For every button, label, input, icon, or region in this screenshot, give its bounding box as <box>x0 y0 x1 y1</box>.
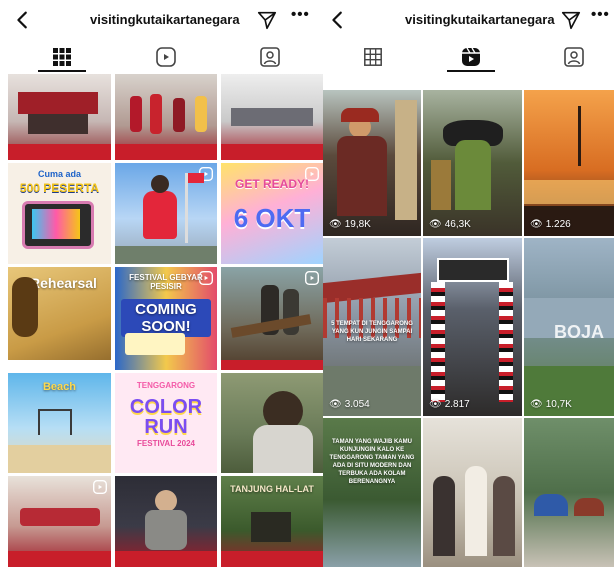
post-tile[interactable] <box>115 74 217 160</box>
tile-text: COLOR RUN <box>129 396 203 438</box>
post-tile[interactable] <box>8 476 111 567</box>
post-grid: Cuma ada 500 PESERTA GET READY! 6 OKT Re… <box>0 74 323 567</box>
profile-grid-panel: visitingkutaikartanegara ••• Cuma ada 50… <box>0 0 323 567</box>
tile-text: COMING SOON! <box>121 299 211 337</box>
reels-icon <box>462 47 480 66</box>
tab-grid[interactable] <box>343 42 403 72</box>
grid-icon <box>53 48 71 66</box>
post-tile[interactable] <box>115 163 217 264</box>
tile-text: Cuma ada <box>37 169 81 179</box>
chevron-left-icon[interactable] <box>12 9 34 31</box>
post-tile[interactable]: TANJUNG HAL-LAT <box>221 476 323 567</box>
tile-text: Rehearsal <box>30 275 97 291</box>
view-count-text: 46,3K <box>444 219 471 230</box>
view-count: 👁 10,7K <box>530 399 572 410</box>
eye-icon: 👁 <box>429 219 442 230</box>
reel-tile[interactable]: 👁 46,3K <box>423 90 522 236</box>
reel-tile[interactable]: 👁 2.817 <box>423 238 522 416</box>
more-horizontal-icon[interactable]: ••• <box>591 6 610 23</box>
top-bar: visitingkutaikartanegara ••• <box>323 0 614 40</box>
tab-tagged[interactable] <box>544 42 604 72</box>
view-count-text: 2.817 <box>444 399 470 410</box>
profile-username[interactable]: visitingkutaikartanegara <box>405 12 555 27</box>
reel-tile[interactable]: 👁 19,8K <box>323 90 421 236</box>
tab-reels[interactable] <box>136 42 196 72</box>
tile-text: Beach <box>42 381 77 393</box>
reels-icon <box>156 47 176 67</box>
chevron-left-icon[interactable] <box>327 9 349 31</box>
grid-icon <box>364 48 382 66</box>
tab-tagged[interactable] <box>240 42 300 72</box>
post-tile[interactable] <box>221 74 323 160</box>
view-count: 👁 2.817 <box>429 399 470 410</box>
tagged-icon <box>260 47 280 67</box>
tile-text: FESTIVAL GEBYAR PESISIR <box>129 273 203 291</box>
post-tile[interactable] <box>8 74 111 160</box>
tile-text: TANJUNG HAL-LAT <box>230 484 314 494</box>
eye-icon: 👁 <box>329 399 342 410</box>
view-count: 👁 3.054 <box>329 399 370 410</box>
tile-text: 500 PESERTA <box>19 181 100 195</box>
reel-tile[interactable] <box>524 418 614 567</box>
view-count-text: 10,7K <box>545 399 572 410</box>
tile-text: 6 OKT <box>233 203 311 233</box>
reel-tile[interactable]: TAMAN YANG WAJIB KAMU KUNJUNGIN KALO KE … <box>323 418 421 567</box>
profile-tabs <box>0 42 323 72</box>
tile-text: GET READY! <box>234 177 309 191</box>
post-tile[interactable]: TENGGARONG COLOR RUN FESTIVAL 2024 <box>115 373 217 473</box>
post-tile[interactable]: Beach <box>8 373 111 473</box>
tile-text: TENGGARONG <box>136 381 196 390</box>
view-count-text: 3.054 <box>344 399 370 410</box>
reel-tile[interactable]: 👁 1.226 <box>524 90 614 236</box>
view-count: 👁 19,8K <box>329 219 371 230</box>
reel-tile[interactable]: BOJA 👁 10,7K <box>524 238 614 416</box>
tile-text: FESTIVAL 2024 <box>137 439 195 448</box>
profile-username[interactable]: visitingkutaikartanegara <box>90 12 240 27</box>
eye-icon: 👁 <box>530 219 543 230</box>
view-count: 👁 1.226 <box>530 219 571 230</box>
post-tile[interactable]: Cuma ada 500 PESERTA <box>8 163 111 264</box>
reels-icon <box>93 480 107 494</box>
post-tile[interactable]: GET READY! 6 OKT <box>221 163 323 264</box>
post-tile[interactable] <box>221 267 323 370</box>
tab-grid[interactable] <box>32 42 92 72</box>
reel-caption: 5 TEMPAT DI TENGGARONG YANG KUN JUNGIN S… <box>331 321 413 343</box>
profile-reels-panel: visitingkutaikartanegara ••• 👁 19,8K 👁 4… <box>323 0 614 567</box>
view-count-text: 1.226 <box>545 219 571 230</box>
eye-icon: 👁 <box>429 399 442 410</box>
tagged-icon <box>564 47 584 67</box>
post-tile[interactable]: FESTIVAL GEBYAR PESISIR COMING SOON! <box>115 267 217 370</box>
reel-tile[interactable] <box>423 418 522 567</box>
post-tile[interactable] <box>221 373 323 473</box>
paper-plane-icon[interactable] <box>256 9 278 31</box>
reels-grid: 👁 19,8K 👁 46,3K 👁 1.226 5 TEMPAT DI TENGGAR… <box>323 90 614 567</box>
eye-icon: 👁 <box>530 399 543 410</box>
reel-tile[interactable]: 5 TEMPAT DI TENGGARONG YANG KUN JUNGIN S… <box>323 238 421 416</box>
reels-icon <box>305 271 319 285</box>
view-count-text: 19,8K <box>344 219 371 230</box>
top-bar: visitingkutaikartanegara ••• <box>0 0 323 40</box>
profile-tabs <box>323 42 614 72</box>
eye-icon: 👁 <box>329 219 342 230</box>
post-tile[interactable] <box>115 476 217 567</box>
more-horizontal-icon[interactable]: ••• <box>291 6 310 23</box>
reel-caption: TAMAN YANG WAJIB KAMU KUNJUNGIN KALO KE … <box>329 439 415 485</box>
paper-plane-icon[interactable] <box>560 9 582 31</box>
reel-sign-text: BOJA <box>554 322 605 342</box>
view-count: 👁 46,3K <box>429 219 471 230</box>
post-tile[interactable]: Rehearsal <box>8 267 111 370</box>
tab-reels[interactable] <box>441 42 501 72</box>
